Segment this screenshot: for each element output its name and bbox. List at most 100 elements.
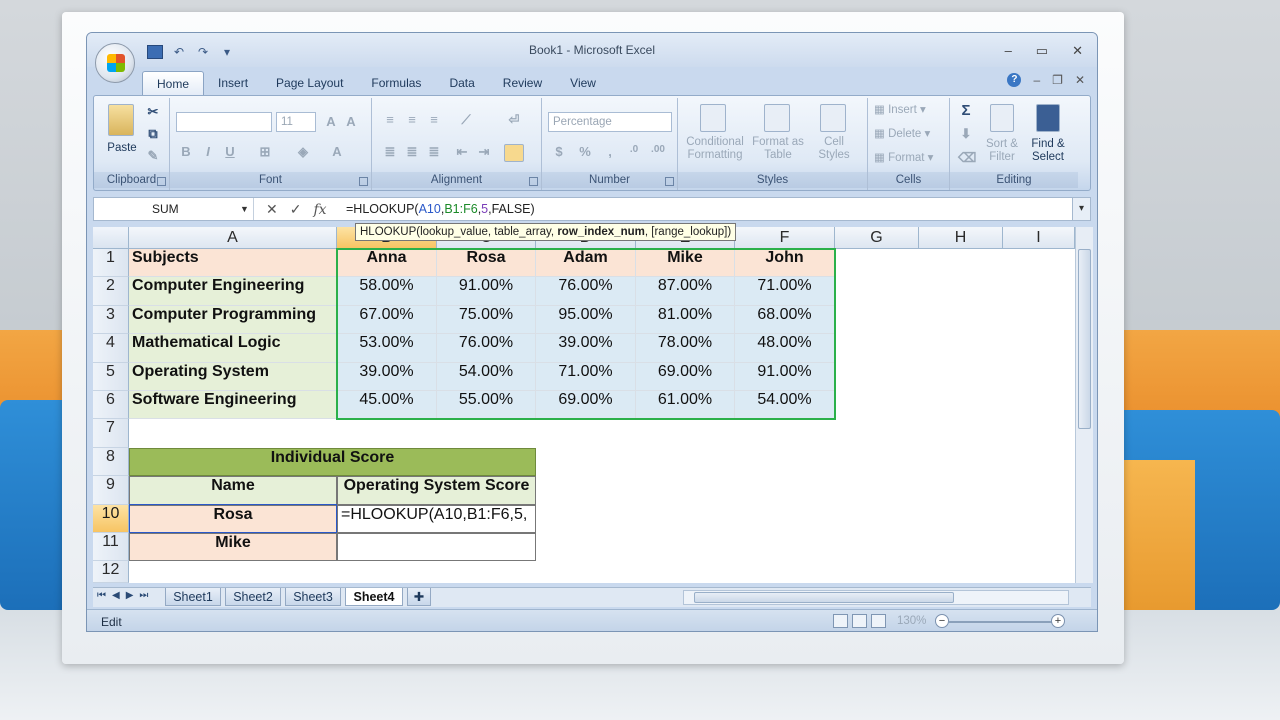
column-header-g[interactable]: G	[835, 227, 919, 249]
cell-b2[interactable]: 58.00%	[337, 277, 437, 306]
align-middle-icon[interactable]: ≡	[402, 112, 422, 127]
cell-d5[interactable]: 71.00%	[536, 362, 636, 391]
row-header-1[interactable]: 1	[93, 249, 129, 278]
cell-a10[interactable]: Rosa	[129, 504, 337, 533]
select-all-corner[interactable]	[93, 227, 129, 249]
sort-filter-icon[interactable]	[990, 104, 1014, 132]
sheet-tab-sheet2[interactable]: Sheet2	[225, 588, 281, 606]
cell-b9[interactable]: Operating System Score	[337, 476, 536, 505]
cell-f2[interactable]: 71.00%	[735, 277, 835, 306]
alignment-launcher[interactable]	[529, 177, 538, 186]
maximize-button[interactable]: ▭	[1036, 43, 1048, 59]
column-header-i[interactable]: I	[1003, 227, 1075, 249]
cell-e6[interactable]: 61.00%	[636, 391, 735, 420]
decrease-decimal-icon[interactable]: .00	[648, 144, 668, 155]
zoom-slider[interactable]: − +	[935, 614, 1067, 630]
row-header-2[interactable]: 2	[93, 277, 129, 306]
font-size-dropdown[interactable]: 11	[276, 112, 316, 132]
cell-f4[interactable]: 48.00%	[735, 334, 835, 363]
cell-b5[interactable]: 39.00%	[337, 362, 437, 391]
cancel-entry-icon[interactable]: ✕	[266, 201, 278, 218]
cell-f6[interactable]: 54.00%	[735, 391, 835, 420]
tab-page-layout[interactable]: Page Layout	[262, 71, 357, 95]
cell-d2[interactable]: 76.00%	[536, 277, 636, 306]
name-box-dropdown-icon[interactable]: ▼	[240, 204, 249, 214]
page-break-view-icon[interactable]	[871, 614, 886, 628]
vertical-scrollbar[interactable]	[1075, 227, 1093, 583]
align-center-icon[interactable]: ≣	[402, 144, 422, 160]
cell-b4[interactable]: 53.00%	[337, 334, 437, 363]
formula-input[interactable]: =HLOOKUP(A10,B1:F6,5,FALSE)	[346, 198, 535, 220]
row-header-8[interactable]: 8	[93, 447, 129, 477]
office-button[interactable]	[95, 43, 135, 83]
cell-d1[interactable]: Adam	[536, 249, 636, 278]
cell-a11[interactable]: Mike	[129, 533, 337, 562]
cell-e2[interactable]: 87.00%	[636, 277, 735, 306]
font-launcher[interactable]	[359, 177, 368, 186]
number-launcher[interactable]	[665, 177, 674, 186]
wrap-text-icon[interactable]: ⏎	[504, 112, 524, 128]
cell-e1[interactable]: Mike	[636, 249, 735, 278]
sort-filter-button[interactable]: Sort & Filter	[982, 138, 1022, 164]
cell-b6[interactable]: 45.00%	[337, 391, 437, 420]
next-sheet-icon[interactable]: ▶	[126, 590, 134, 601]
cell-b3[interactable]: 67.00%	[337, 305, 437, 335]
confirm-entry-icon[interactable]: ✓	[290, 201, 302, 218]
align-right-icon[interactable]: ≣	[424, 144, 444, 160]
cell-e5[interactable]: 69.00%	[636, 362, 735, 391]
sheet-tab-sheet3[interactable]: Sheet3	[285, 588, 341, 606]
cell-a1[interactable]: Subjects	[129, 249, 337, 278]
cell-e3[interactable]: 81.00%	[636, 305, 735, 335]
increase-indent-icon[interactable]: ⇥	[474, 144, 494, 160]
shrink-font-icon[interactable]: A	[342, 114, 360, 129]
format-as-table-button[interactable]: Format as Table	[750, 136, 806, 162]
cell-styles-button[interactable]: Cell Styles	[812, 136, 856, 162]
underline-button[interactable]: U	[222, 144, 238, 159]
cell-c4[interactable]: 76.00%	[437, 334, 536, 363]
insert-cells-button[interactable]: ▦ Insert ▾	[874, 104, 944, 117]
cell-a6[interactable]: Software Engineering	[129, 391, 337, 420]
borders-icon[interactable]: ⊞	[254, 144, 276, 160]
conditional-formatting-button[interactable]: Conditional Formatting	[680, 136, 750, 162]
first-sheet-icon[interactable]: ⏮	[97, 590, 106, 601]
increase-decimal-icon[interactable]: .0	[624, 144, 644, 155]
orientation-icon[interactable]: ⟋	[454, 112, 478, 128]
decrease-indent-icon[interactable]: ⇤	[452, 144, 472, 160]
cell-a3[interactable]: Computer Programming	[129, 305, 337, 335]
copy-icon[interactable]: ⧉	[146, 126, 160, 142]
cell-f1[interactable]: John	[735, 249, 835, 278]
horizontal-scroll-thumb[interactable]	[694, 592, 954, 603]
tab-home[interactable]: Home	[142, 71, 205, 95]
paste-button[interactable]: Paste	[102, 142, 142, 155]
workbook-restore-button[interactable]: ❐	[1052, 73, 1063, 87]
name-box[interactable]: SUM	[94, 198, 254, 220]
cell-c1[interactable]: Rosa	[437, 249, 536, 278]
row-header-11[interactable]: 11	[93, 533, 129, 562]
column-header-f[interactable]: F	[735, 227, 835, 249]
row-header-7[interactable]: 7	[93, 419, 129, 448]
vertical-scroll-thumb[interactable]	[1078, 249, 1091, 429]
align-left-icon[interactable]: ≣	[380, 144, 400, 160]
merge-center-icon[interactable]	[504, 144, 524, 162]
cell-c2[interactable]: 91.00%	[437, 277, 536, 306]
prev-sheet-icon[interactable]: ◀	[112, 590, 120, 601]
paste-icon[interactable]	[108, 104, 134, 136]
cell-e4[interactable]: 78.00%	[636, 334, 735, 363]
insert-function-icon[interactable]: fx	[313, 202, 326, 218]
percent-button[interactable]: %	[578, 144, 592, 159]
cell-a2[interactable]: Computer Engineering	[129, 277, 337, 306]
bold-button[interactable]: B	[178, 144, 194, 159]
workbook-minimize-button[interactable]: ‒	[1033, 73, 1040, 87]
row-header-3[interactable]: 3	[93, 305, 129, 335]
find-select-button[interactable]: Find & Select	[1028, 138, 1068, 164]
tab-insert[interactable]: Insert	[204, 71, 262, 95]
autosum-button[interactable]: Σ	[958, 102, 974, 119]
cell-d3[interactable]: 95.00%	[536, 305, 636, 335]
minimize-button[interactable]: ‒	[1005, 43, 1012, 59]
cut-icon[interactable]: ✂	[146, 104, 160, 120]
cell-c3[interactable]: 75.00%	[437, 305, 536, 335]
italic-button[interactable]: I	[200, 144, 216, 159]
zoom-level[interactable]: 130%	[897, 615, 926, 627]
normal-view-icon[interactable]	[833, 614, 848, 628]
last-sheet-icon[interactable]: ⏭	[139, 590, 148, 601]
